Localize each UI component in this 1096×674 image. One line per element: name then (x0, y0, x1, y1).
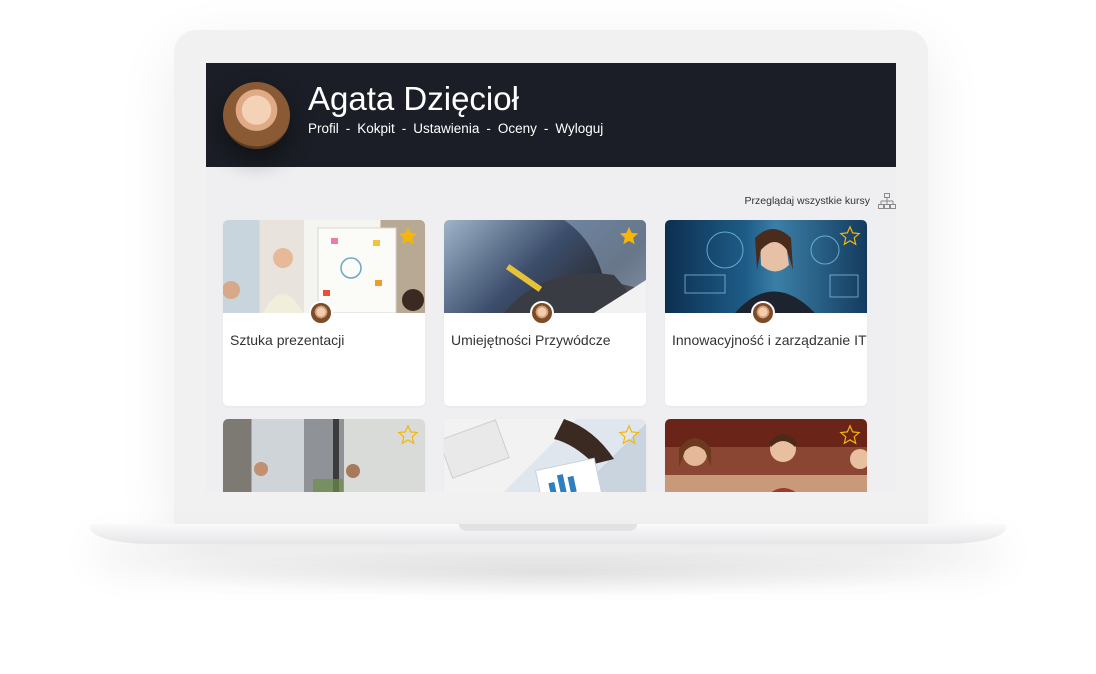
nav-oceny[interactable]: Oceny (498, 121, 537, 136)
laptop-notch (459, 524, 637, 531)
course-thumbnail (665, 419, 867, 492)
star-icon-filled[interactable] (618, 225, 640, 247)
course-thumbnail (665, 220, 867, 313)
course-card[interactable]: Umiejętności Przywódcze (444, 220, 646, 406)
browse-all-courses-label: Przeglądaj wszystkie kursy (744, 195, 870, 207)
course-card[interactable]: Innowacyjność i zarządzanie IT (665, 220, 867, 406)
nav-separator: - (543, 121, 549, 136)
instructor-avatar (751, 301, 775, 325)
profile-nav: Profil - Kokpit - Ustawienia - Oceny - Wyloguj (308, 120, 603, 138)
course-card[interactable] (223, 419, 425, 492)
nav-kokpit[interactable]: Kokpit (357, 121, 395, 136)
course-thumbnail (444, 220, 646, 313)
course-card[interactable] (444, 419, 646, 492)
star-icon-outline[interactable] (839, 225, 861, 247)
course-card[interactable]: Sztuka prezentacji (223, 220, 425, 406)
browse-all-courses-link[interactable]: Przeglądaj wszystkie kursy (745, 192, 896, 210)
user-avatar[interactable] (223, 82, 290, 149)
star-icon-outline[interactable] (618, 424, 640, 446)
nav-separator: - (486, 121, 491, 136)
instructor-avatar (530, 301, 554, 325)
nav-separator: - (345, 121, 351, 136)
star-icon-filled[interactable] (397, 225, 419, 247)
nav-ustawienia[interactable]: Ustawienia (413, 121, 479, 136)
course-title: Umiejętności Przywódcze (451, 332, 611, 348)
star-icon-outline[interactable] (397, 424, 419, 446)
laptop-shadow (150, 548, 946, 598)
course-thumbnail (223, 419, 425, 492)
instructor-avatar (309, 301, 333, 325)
nav-separator: - (401, 121, 407, 136)
nav-profil[interactable]: Profil (308, 121, 339, 136)
app-screen: Agata Dzięcioł Profil - Kokpit - Ustawienia -… (206, 63, 896, 492)
sitemap-icon (878, 192, 896, 209)
profile-header: Agata Dzięcioł Profil - Kokpit - Ustawienia -… (206, 63, 896, 167)
course-title: Sztuka prezentacji (230, 332, 345, 348)
star-icon-outline[interactable] (839, 424, 861, 446)
course-title: Innowacyjność i zarządzanie IT (672, 332, 867, 348)
course-thumbnail (223, 220, 425, 313)
course-card[interactable] (665, 419, 867, 492)
nav-wyloguj[interactable]: Wyloguj (555, 121, 603, 136)
course-thumbnail (444, 419, 646, 492)
user-name: Agata Dzięcioł (308, 80, 519, 117)
